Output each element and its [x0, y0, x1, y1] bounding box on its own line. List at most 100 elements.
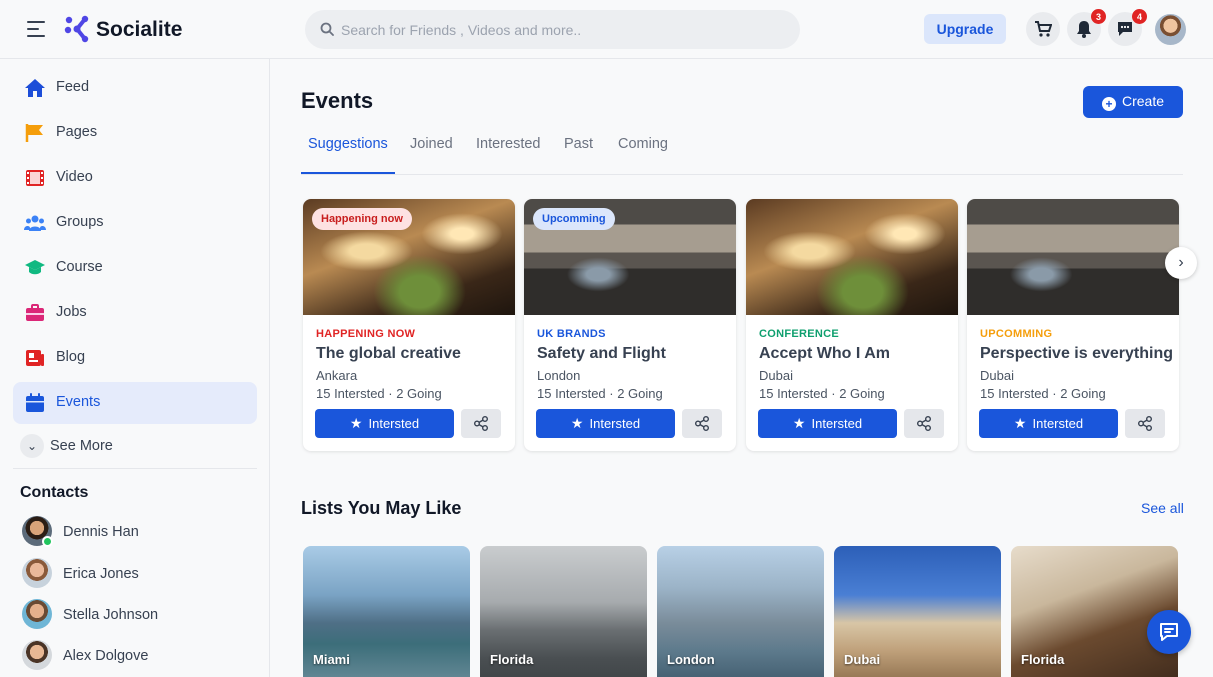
interested-button[interactable]: ★ Intersted — [315, 409, 454, 438]
tab-joined[interactable]: Joined — [410, 136, 453, 174]
share-icon — [1138, 416, 1152, 431]
sidebar: Feed Pages Video Groups Course Jobs Blog… — [0, 59, 270, 677]
menu-icon[interactable] — [27, 21, 45, 37]
event-card[interactable]: UPCOMMING Perspective is everything Duba… — [967, 199, 1179, 451]
sidebar-item-label: Course — [56, 259, 103, 275]
sidebar-item-feed[interactable]: Feed — [13, 67, 257, 109]
messages-button[interactable]: 4 — [1108, 9, 1147, 46]
event-image[interactable] — [967, 199, 1179, 315]
event-card[interactable]: Happening now HAPPENING NOW The global c… — [303, 199, 515, 451]
share-icon — [695, 416, 709, 431]
calendar-icon — [26, 393, 44, 412]
event-card[interactable]: Upcomming UK BRANDS Safety and Flight Lo… — [524, 199, 736, 451]
list-card-label: Florida — [1021, 652, 1065, 667]
contact-name: Stella Johnson — [63, 607, 159, 623]
share-button[interactable] — [904, 409, 944, 438]
tab-past[interactable]: Past — [564, 136, 593, 174]
event-title[interactable]: The global creative — [316, 345, 461, 363]
sidebar-item-video[interactable]: Video — [13, 157, 257, 199]
notifications-badge: 3 — [1091, 9, 1106, 24]
app-name[interactable]: Socialite — [96, 18, 182, 42]
list-card-label: Florida — [490, 652, 534, 667]
sidebar-item-groups[interactable]: Groups — [13, 202, 257, 244]
event-category: UK BRANDS — [537, 328, 606, 340]
event-card[interactable]: CONFERENCE Accept Who I Am Dubai 15 Inte… — [746, 199, 958, 451]
sidebar-item-label: Jobs — [56, 304, 87, 320]
share-icon — [917, 416, 931, 431]
flag-icon — [25, 124, 43, 142]
users-icon — [24, 215, 46, 231]
interested-button[interactable]: ★ Intersted — [536, 409, 675, 438]
logo-icon[interactable] — [64, 15, 90, 43]
share-button[interactable] — [1125, 409, 1165, 438]
sidebar-item-course[interactable]: Course — [13, 247, 257, 289]
list-card[interactable]: Florida — [1011, 546, 1178, 677]
event-image[interactable] — [746, 199, 958, 315]
avatar[interactable] — [1155, 14, 1186, 45]
section-title: Lists You May Like — [301, 498, 462, 518]
see-more-button[interactable]: ⌄ See More — [20, 434, 113, 458]
event-category: CONFERENCE — [759, 328, 840, 340]
interested-label: Intersted — [811, 416, 863, 431]
search-bar[interactable] — [305, 10, 800, 49]
event-stats: 15 Intersted · 2 Going — [316, 386, 442, 401]
tab-coming[interactable]: Coming — [618, 136, 668, 174]
interested-button[interactable]: ★ Intersted — [758, 409, 897, 438]
sidebar-item-jobs[interactable]: Jobs — [13, 292, 257, 334]
sidebar-item-label: Blog — [56, 349, 86, 365]
sidebar-item-blog[interactable]: Blog — [13, 337, 257, 379]
sidebar-item-label: Video — [56, 169, 93, 185]
avatar — [22, 640, 52, 670]
star-icon: ★ — [792, 415, 806, 431]
share-button[interactable] — [682, 409, 722, 438]
search-icon — [320, 22, 334, 36]
list-card[interactable]: Dubai — [834, 546, 1001, 677]
list-card-label: London — [667, 652, 715, 667]
tab-suggestions[interactable]: Suggestions — [301, 136, 395, 174]
graduation-cap-icon — [25, 260, 45, 275]
event-location: Ankara — [316, 368, 358, 383]
interested-label: Intersted — [589, 416, 641, 431]
see-all-link[interactable]: See all — [1141, 500, 1184, 516]
plus-circle-icon: + — [1101, 97, 1116, 111]
chevron-right-icon: › — [1178, 254, 1184, 271]
search-input[interactable] — [341, 10, 781, 49]
interested-button[interactable]: ★ Intersted — [979, 409, 1118, 438]
events-tabs: Suggestions Joined Interested Past Comin… — [301, 136, 1183, 175]
event-location: Dubai — [759, 368, 793, 383]
tab-interested[interactable]: Interested — [476, 136, 541, 174]
chat-icon — [1160, 623, 1178, 641]
status-badge: Happening now — [312, 208, 412, 230]
event-title[interactable]: Perspective is everything — [980, 345, 1173, 363]
contact-item[interactable]: Alex Dolgove — [22, 640, 252, 672]
carousel-next-button[interactable]: › — [1165, 247, 1197, 279]
sidebar-item-pages[interactable]: Pages — [13, 112, 257, 154]
sidebar-item-label: Events — [56, 394, 101, 410]
cart-button[interactable] — [1026, 12, 1060, 46]
home-icon — [25, 79, 45, 97]
avatar — [22, 558, 52, 588]
create-label: Create — [1121, 93, 1165, 109]
event-title[interactable]: Safety and Flight — [537, 345, 666, 363]
upgrade-button[interactable]: Upgrade — [924, 14, 1006, 44]
list-card[interactable]: London — [657, 546, 824, 677]
list-card[interactable]: Florida — [480, 546, 647, 677]
create-button[interactable]: + Create — [1083, 86, 1183, 118]
list-card[interactable]: Miami — [303, 546, 470, 677]
chat-button[interactable] — [1147, 610, 1191, 654]
contact-item[interactable]: Erica Jones — [22, 558, 252, 590]
sidebar-item-events[interactable]: Events — [13, 382, 257, 424]
share-button[interactable] — [461, 409, 501, 438]
bell-icon — [1077, 21, 1091, 38]
notifications-button[interactable]: 3 — [1067, 9, 1106, 46]
event-stats: 15 Intersted · 2 Going — [980, 386, 1106, 401]
contact-name: Erica Jones — [63, 566, 139, 582]
briefcase-icon — [26, 304, 44, 321]
contact-item[interactable]: Dennis Han — [22, 516, 252, 548]
contact-item[interactable]: Stella Johnson — [22, 599, 252, 631]
messages-badge: 4 — [1132, 9, 1147, 24]
star-icon: ★ — [1013, 415, 1027, 431]
message-icon — [1118, 22, 1132, 36]
contact-name: Alex Dolgove — [63, 648, 149, 664]
event-title[interactable]: Accept Who I Am — [759, 345, 890, 363]
